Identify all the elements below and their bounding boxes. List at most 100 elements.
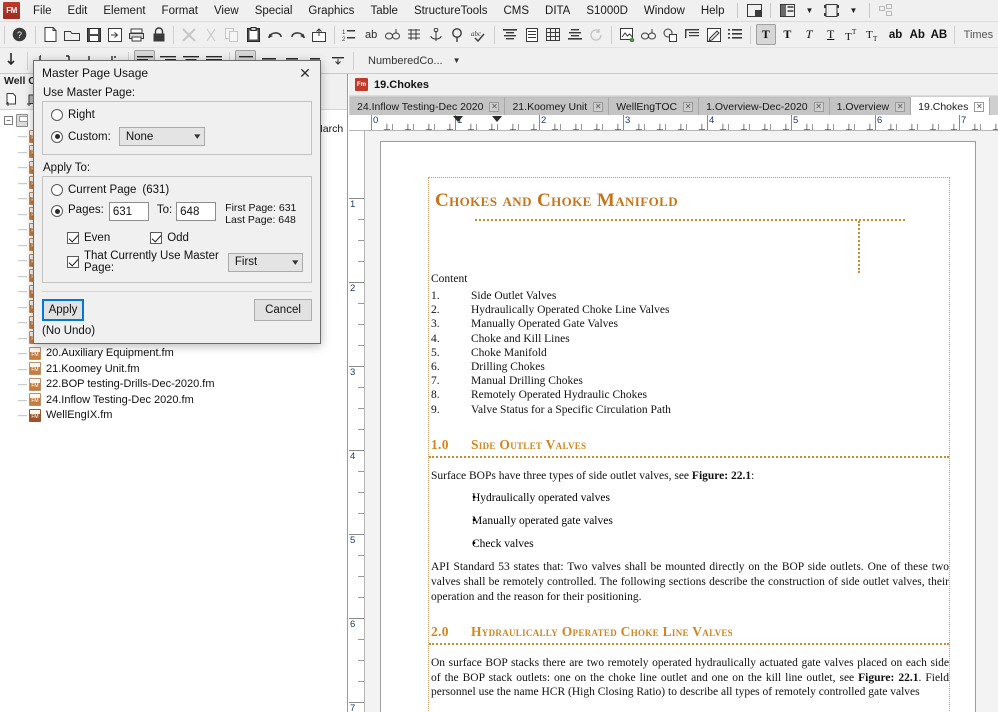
document-tab[interactable]: 19.Chokes ✕ (911, 97, 991, 115)
close-icon[interactable]: ✕ (294, 63, 316, 83)
menu-s1000d[interactable]: S1000D (578, 2, 636, 20)
currently-use-checkbox[interactable] (67, 256, 79, 268)
tab-left-icon[interactable] (1, 50, 22, 71)
tab-stop-marker[interactable]: ⊥ (908, 123, 916, 131)
variable-icon[interactable] (682, 24, 702, 45)
menu-graphics[interactable]: Graphics (300, 2, 362, 20)
ab-icon[interactable]: ab (361, 24, 381, 45)
spell-anchor-icon[interactable] (426, 24, 446, 45)
tab-stop-marker[interactable]: ⊥ (677, 123, 685, 131)
view-pane-icon[interactable] (777, 2, 797, 19)
italic-icon[interactable]: T (799, 24, 819, 45)
superscript-icon[interactable]: TT (843, 24, 863, 45)
apply-button[interactable]: Apply (42, 299, 84, 321)
document-tab[interactable]: 21.Koomey Unit ✕ (505, 97, 610, 115)
pod-dropdown-icon[interactable]: ▼ (799, 2, 819, 19)
menu-help[interactable]: Help (693, 2, 733, 20)
conditional-text-icon[interactable] (660, 24, 680, 45)
align-bottom-icon[interactable] (565, 24, 585, 45)
document-tab[interactable]: 1.Overview-Dec-2020 ✕ (699, 97, 830, 115)
master-page-usage-dialog[interactable]: Master Page Usage ✕ Use Master Page: Rig… (33, 60, 321, 344)
odd-checkbox[interactable] (150, 232, 163, 244)
pages-from-input[interactable]: 631 (108, 202, 149, 221)
marker-icon[interactable] (704, 24, 724, 45)
close-icon[interactable]: ✕ (974, 101, 985, 112)
indent-marker[interactable] (453, 116, 463, 122)
tab-stop-marker[interactable]: ⊥ (824, 123, 832, 131)
close-icon[interactable]: ✕ (813, 101, 824, 112)
tab-stop-marker[interactable]: ⊥ (530, 123, 538, 131)
tab-stop-marker[interactable]: ⊥ (614, 123, 622, 131)
menu-cms[interactable]: CMS (495, 2, 537, 20)
menu-view[interactable]: View (206, 2, 247, 20)
zoom-icon[interactable] (448, 24, 468, 45)
tab-stop-marker[interactable]: ⊥ (593, 123, 601, 131)
layout-pod-icon[interactable] (744, 2, 764, 19)
font-family-label[interactable]: Times (959, 29, 998, 41)
tab-stop-marker[interactable]: ⊥ (740, 123, 748, 131)
tab-stop-marker[interactable]: ⊥ (656, 123, 664, 131)
tab-stop-marker[interactable]: ⊥ (572, 123, 580, 131)
pages-radio[interactable] (51, 205, 63, 217)
bold-icon[interactable]: T (755, 24, 776, 45)
menu-structuretools[interactable]: StructureTools (406, 2, 496, 20)
tree-file-row[interactable]: — 20.Auxiliary Equipment.fm (0, 346, 347, 362)
tab-stop-marker[interactable]: ⊥ (425, 123, 433, 131)
tree-file-row[interactable]: — WellEngIX.fm (0, 408, 347, 424)
tab-stop-marker[interactable]: ⊥ (803, 123, 811, 131)
collapse-icon[interactable]: − (4, 116, 13, 126)
export-icon[interactable] (309, 24, 329, 45)
document-tab[interactable]: 24.Inflow Testing-Dec 2020 ✕ (350, 97, 506, 115)
document-tab[interactable]: WellEngTOC ✕ (609, 97, 700, 115)
current-page-radio[interactable] (51, 184, 63, 196)
save-icon[interactable] (84, 24, 104, 45)
tab-stop-marker[interactable]: ⊥ (383, 123, 391, 131)
delete-icon[interactable] (179, 24, 199, 45)
structure-view-icon[interactable] (821, 2, 841, 19)
tab-stop-marker[interactable]: ⊥ (698, 123, 706, 131)
menu-table[interactable]: Table (362, 2, 406, 20)
menu-window[interactable]: Window (636, 2, 693, 20)
tab-stop-marker[interactable]: ⊥ (551, 123, 559, 131)
structure-dropdown-icon[interactable]: ▼ (843, 2, 863, 19)
insert-object-icon[interactable] (617, 24, 637, 45)
refresh-icon[interactable] (587, 24, 607, 45)
align-top-icon[interactable] (500, 24, 520, 45)
text-frame[interactable]: Chokes and Choke Manifold Content 1. Side… (428, 177, 950, 712)
custom-master-page-select[interactable]: None ▾ (118, 127, 205, 146)
tab-stop-marker[interactable]: ⊥ (950, 123, 958, 131)
uppercase-icon[interactable]: AB (929, 24, 949, 45)
current-page-row[interactable]: Current Page (631) (51, 184, 303, 196)
cut-icon[interactable] (201, 24, 221, 45)
lowercase-icon[interactable]: ab (886, 24, 906, 45)
close-icon[interactable]: ✕ (683, 101, 694, 112)
copy-icon[interactable] (223, 24, 243, 45)
plain-icon[interactable]: T (778, 24, 798, 45)
undo-icon[interactable] (266, 24, 286, 45)
tab-stop-marker[interactable]: ⊥ (467, 123, 475, 131)
new-document-icon[interactable] (40, 24, 60, 45)
close-icon[interactable]: ✕ (489, 101, 500, 112)
page-layout-icon[interactable] (522, 24, 542, 45)
tree-file-row[interactable]: — 21.Koomey Unit.fm (0, 361, 347, 377)
document-page[interactable]: Chokes and Choke Manifold Content 1. Side… (380, 141, 976, 712)
right-option-row[interactable]: Right (51, 109, 303, 121)
custom-option-row[interactable]: Custom: None ▾ (51, 127, 303, 146)
menu-element[interactable]: Element (95, 2, 153, 20)
tab-stop-marker[interactable]: ⊥ (488, 123, 496, 131)
tab-stop-marker[interactable]: ⊥ (719, 123, 727, 131)
custom-radio[interactable] (51, 130, 63, 143)
open-folder-icon[interactable] (62, 24, 82, 45)
table-grid-icon[interactable] (405, 24, 425, 45)
menu-special[interactable]: Special (247, 2, 301, 20)
cancel-button[interactable]: Cancel (254, 299, 312, 321)
spell-check-icon[interactable]: abc (470, 24, 490, 45)
pages-to-input[interactable]: 648 (176, 202, 217, 221)
paragraph-style-dropdown[interactable]: NumberedCo... ▼ (364, 51, 465, 70)
tab-stop-marker[interactable]: ⊥ (971, 123, 979, 131)
even-checkbox[interactable] (67, 232, 79, 244)
help-icon[interactable]: ? (10, 24, 30, 45)
redo-icon[interactable] (287, 24, 307, 45)
tree-file-row[interactable]: — 24.Inflow Testing-Dec 2020.fm (0, 392, 347, 408)
link-icon[interactable] (639, 24, 659, 45)
